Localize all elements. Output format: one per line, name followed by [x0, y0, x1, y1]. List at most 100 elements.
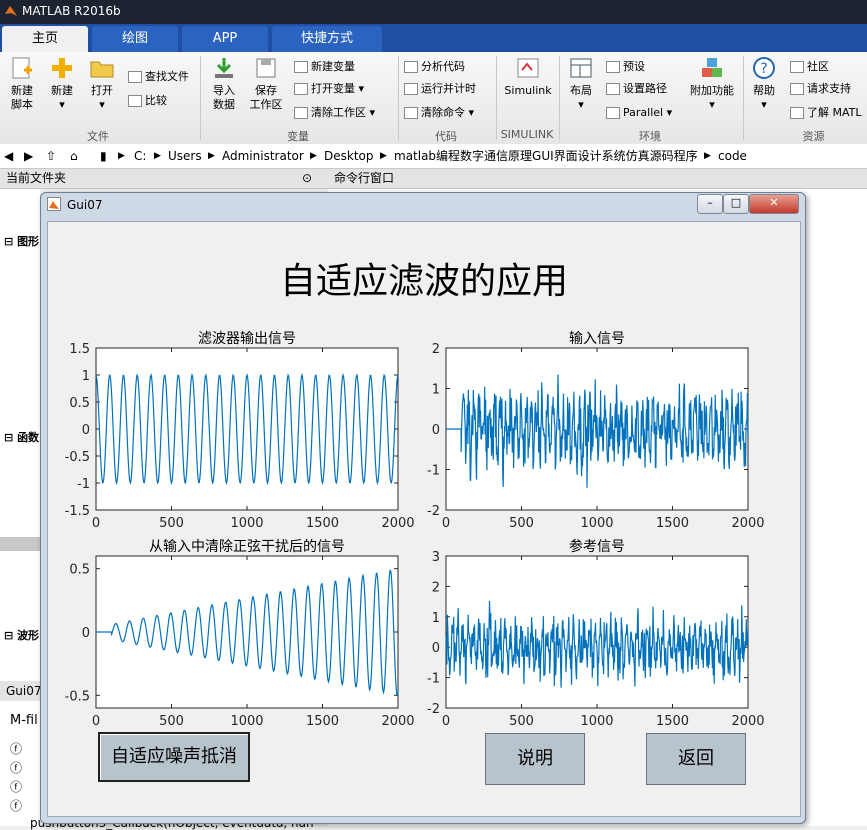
- run-and-time-button[interactable]: 运行并计时: [404, 80, 476, 98]
- y-tick-label: 0: [432, 423, 440, 438]
- tab-home[interactable]: 主页: [2, 26, 88, 52]
- group-waveforms-label: 波形: [17, 629, 40, 642]
- breadcrumb-project-folder[interactable]: matlab编程数字通信原理GUI界面设计系统仿真源码程序: [394, 144, 698, 168]
- y-tick-label: -0.5: [65, 450, 90, 465]
- x-tick-label: 1500: [306, 516, 339, 531]
- new-dropdown-icon[interactable]: ▾: [44, 98, 80, 112]
- new-script-button[interactable]: 新建 脚本: [4, 56, 40, 112]
- compare-label: 比较: [145, 94, 167, 107]
- addons-button[interactable]: 附加功能 ▾: [686, 56, 738, 112]
- browse-folder-icon[interactable]: ⌂: [70, 144, 78, 168]
- open-button[interactable]: 打开 ▾: [84, 56, 120, 112]
- x-tick-label: 0: [92, 714, 100, 729]
- open-variable-button[interactable]: 打开变量 ▾: [294, 80, 364, 98]
- x-tick-label: 1500: [306, 714, 339, 729]
- group-functions-label: 函数: [17, 431, 40, 444]
- help-dropdown-icon[interactable]: ▾: [748, 98, 780, 112]
- ribbon-tab-bar: 主页 绘图 APP 快捷方式: [0, 24, 867, 52]
- import-data-button[interactable]: 导入 数据: [206, 56, 242, 112]
- addons-dropdown-icon[interactable]: ▾: [686, 98, 738, 112]
- new-script-label: 新建 脚本: [11, 84, 33, 111]
- tab-shortcuts[interactable]: 快捷方式: [272, 26, 382, 52]
- preferences-label: 预设: [623, 60, 645, 73]
- new-variable-button[interactable]: 新建变量: [294, 58, 355, 76]
- import-arrow-icon: [211, 56, 237, 80]
- group-waveforms[interactable]: ⊟ 波形: [4, 627, 39, 643]
- community-button[interactable]: 社区: [790, 58, 829, 76]
- learn-matlab-button[interactable]: 了解 MATL: [790, 104, 867, 122]
- figure-window-icon: [47, 197, 61, 211]
- open-variable-label: 打开变量: [311, 82, 355, 95]
- up-folder-icon[interactable]: ⇧: [46, 144, 56, 168]
- details-tab[interactable]: Gui07: [0, 681, 40, 701]
- x-tick-label: 2000: [731, 516, 764, 531]
- explain-button[interactable]: 说明: [485, 733, 585, 785]
- set-path-label: 设置路径: [623, 82, 667, 95]
- tab-plots[interactable]: 绘图: [92, 26, 178, 52]
- analyze-code-label: 分析代码: [421, 60, 465, 73]
- breadcrumb-c[interactable]: C:: [134, 144, 146, 168]
- new-variable-icon: [294, 61, 308, 73]
- breadcrumb-users[interactable]: Users: [168, 144, 202, 168]
- x-tick-label: 500: [159, 714, 184, 729]
- back-button[interactable]: 返回: [646, 733, 746, 785]
- parallel-dropdown-icon[interactable]: ▾: [667, 106, 673, 119]
- ribbon-toolbar: 新建 脚本 新建 ▾ 打开 ▾ 查找文件 比较 文件 导入 数据 保存 工作区 …: [0, 52, 867, 145]
- forward-arrow-icon[interactable]: ▶: [24, 144, 33, 168]
- function-icon: ⓕ: [10, 742, 23, 756]
- open-variable-icon: [294, 83, 308, 95]
- open-dropdown-icon[interactable]: ▾: [84, 98, 120, 112]
- y-tick-label: 1: [432, 383, 440, 398]
- find-files-button[interactable]: 查找文件: [128, 68, 189, 86]
- command-window-title: 命令行窗口: [334, 171, 395, 185]
- layout-button[interactable]: 布局 ▾: [564, 56, 598, 112]
- clear-commands-icon: [404, 107, 418, 119]
- close-button[interactable]: ✕: [749, 194, 799, 214]
- simulink-button[interactable]: Simulink: [500, 56, 556, 98]
- minimize-button[interactable]: –: [697, 194, 723, 214]
- x-tick-label: 0: [442, 714, 450, 729]
- x-tick-label: 2000: [381, 714, 414, 729]
- learn-matlab-label: 了解 MATL: [807, 106, 862, 119]
- breadcrumb-desktop[interactable]: Desktop: [324, 144, 374, 168]
- compare-button[interactable]: 比较: [128, 92, 167, 110]
- current-folder-panel: ⊟ 图形 ⊟ 函数 ⊟ 波形 Gui07 M-fil ⓕ ⓕ ⓕ ⓕ: [0, 189, 40, 826]
- gui-figure-window: Gui07 – □ ✕ 自适应滤波的应用 滤波器输出信号 输入信号 从输入中清除…: [40, 192, 806, 824]
- parallel-icon: [606, 107, 620, 119]
- back-arrow-icon[interactable]: ◀: [4, 144, 13, 168]
- selected-row[interactable]: [0, 537, 40, 551]
- layout-dropdown-icon[interactable]: ▾: [564, 98, 598, 112]
- adaptive-noise-cancel-button[interactable]: 自适应噪声抵消: [98, 732, 250, 782]
- save-workspace-label: 保存 工作区: [249, 84, 283, 111]
- group-figures-label: 图形: [17, 235, 40, 248]
- x-tick-label: 0: [92, 516, 100, 531]
- analyze-code-button[interactable]: 分析代码: [404, 58, 465, 76]
- parallel-button[interactable]: Parallel ▾: [606, 104, 672, 122]
- clear-workspace-button[interactable]: 清除工作区 ▾: [294, 104, 375, 122]
- tab-apps[interactable]: APP: [182, 26, 268, 52]
- panel-menu-icon[interactable]: ⊙: [302, 169, 312, 188]
- simulink-icon: [515, 56, 541, 80]
- new-button[interactable]: 新建 ▾: [44, 56, 80, 112]
- group-functions[interactable]: ⊟ 函数: [4, 429, 39, 445]
- help-icon: ?: [751, 56, 777, 80]
- open-variable-dropdown-icon[interactable]: ▾: [359, 82, 365, 95]
- y-tick-label: -1.5: [65, 504, 90, 519]
- preferences-button[interactable]: 预设: [606, 58, 645, 76]
- help-button[interactable]: ? 帮助 ▾: [748, 56, 780, 112]
- set-path-button[interactable]: 设置路径: [606, 80, 667, 98]
- breadcrumb-code[interactable]: code: [718, 144, 747, 168]
- y-tick-label: 0: [82, 423, 90, 438]
- code-section-label: 代码: [435, 130, 457, 143]
- run-and-time-label: 运行并计时: [421, 82, 476, 95]
- y-tick-label: -1: [427, 464, 440, 479]
- save-workspace-button[interactable]: 保存 工作区: [246, 56, 286, 112]
- clear-workspace-dropdown-icon[interactable]: ▾: [370, 106, 376, 119]
- breadcrumb-administrator[interactable]: Administrator: [222, 144, 304, 168]
- clear-commands-dropdown-icon[interactable]: ▾: [469, 106, 475, 119]
- maximize-button[interactable]: □: [723, 194, 749, 214]
- group-figures[interactable]: ⊟ 图形: [4, 233, 39, 249]
- request-support-button[interactable]: 请求支持: [790, 80, 851, 98]
- axes-3: 0 500 1000 1500 20000.50-0.5: [65, 555, 415, 729]
- clear-commands-button[interactable]: 清除命令 ▾: [404, 104, 474, 122]
